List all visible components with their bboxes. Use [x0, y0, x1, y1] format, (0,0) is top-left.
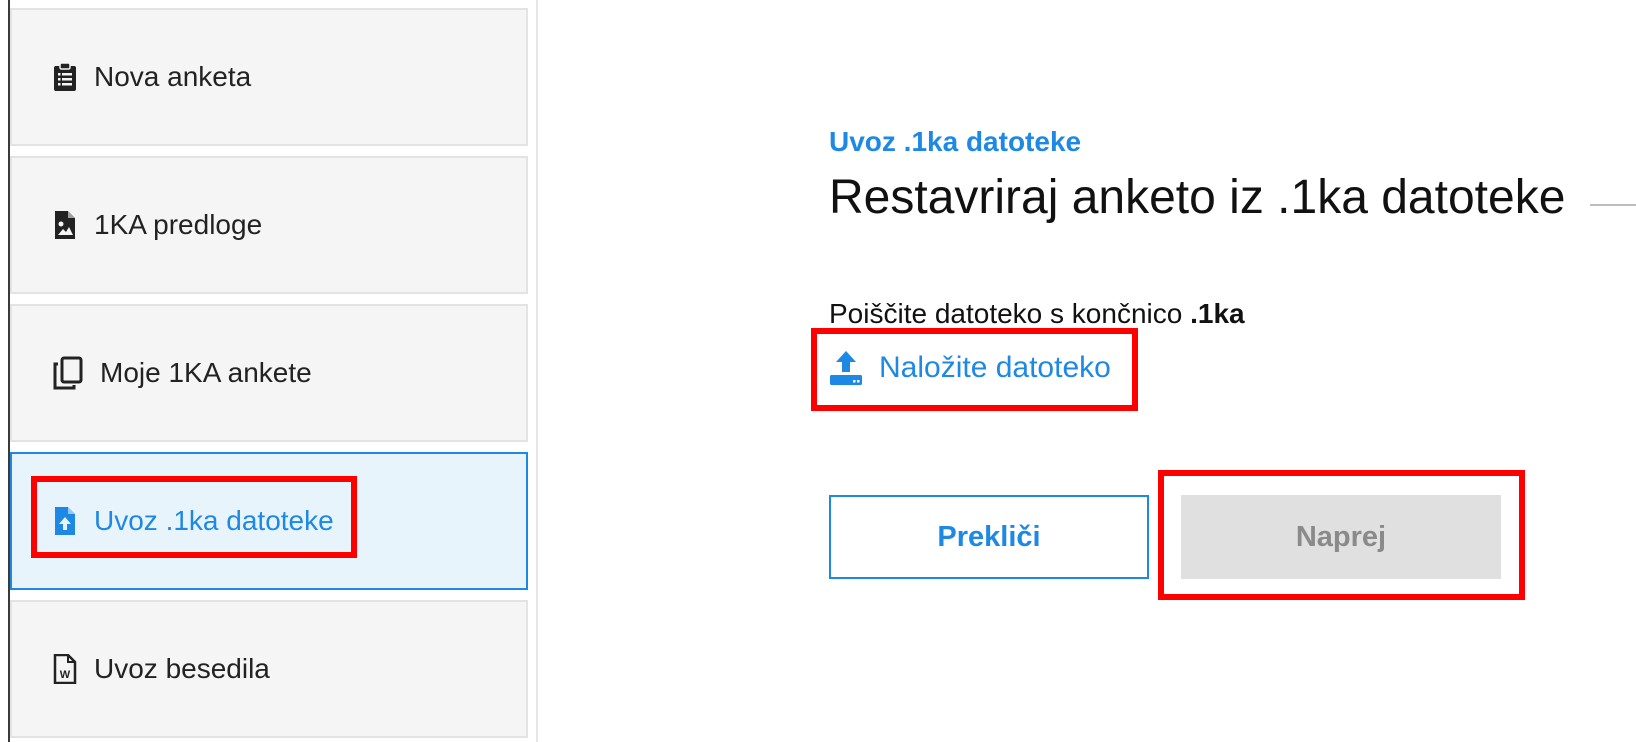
sidebar-item-label: Uvoz besedila — [94, 653, 270, 684]
sidebar-item-uvoz-besedila[interactable]: W Uvoz besedila — [10, 600, 528, 738]
cancel-button[interactable]: Prekliči — [829, 495, 1149, 579]
file-word-icon: W — [52, 654, 78, 684]
page-title: Restavriraj anketo iz .1ka datoteke — [829, 171, 1566, 224]
upload-file-label: Naložite datoteko — [879, 351, 1111, 384]
sidebar-item-uvoz-1ka[interactable]: Uvoz .1ka datoteke — [10, 452, 528, 590]
file-upload-icon — [52, 506, 78, 536]
file-extension: .1ka — [1190, 298, 1245, 329]
sidebar-item-label: Moje 1KA ankete — [100, 357, 312, 388]
title-divider — [1590, 204, 1636, 206]
file-hint: Poiščite datoteko s končnico .1ka — [829, 298, 1245, 330]
upload-icon — [829, 350, 863, 386]
clipboard-list-icon — [52, 62, 78, 92]
upload-file-link[interactable]: Naložite datoteko — [829, 350, 1111, 386]
sidebar-item-label: Nova anketa — [94, 61, 252, 92]
file-image-icon — [52, 210, 78, 240]
section-kicker: Uvoz .1ka datoteke — [829, 126, 1082, 157]
sidebar-item-moje-ankete[interactable]: Moje 1KA ankete — [10, 304, 528, 442]
file-hint-text: Poiščite datoteko s končnico — [829, 298, 1183, 329]
sidebar-item-label: 1KA predloge — [94, 209, 263, 240]
sidebar-item-1ka-predloge[interactable]: 1KA predloge — [10, 156, 528, 294]
sidebar-item-nova-anketa[interactable]: Nova anketa — [10, 8, 528, 146]
sidebar-item-label: Uvoz .1ka datoteke — [94, 505, 334, 536]
next-button[interactable]: Naprej — [1181, 495, 1501, 579]
svg-text:W: W — [60, 669, 71, 681]
sidebar: Nova anketa 1KA predloge Moje 1KA ankete — [0, 0, 538, 742]
copy-icon — [52, 356, 84, 390]
